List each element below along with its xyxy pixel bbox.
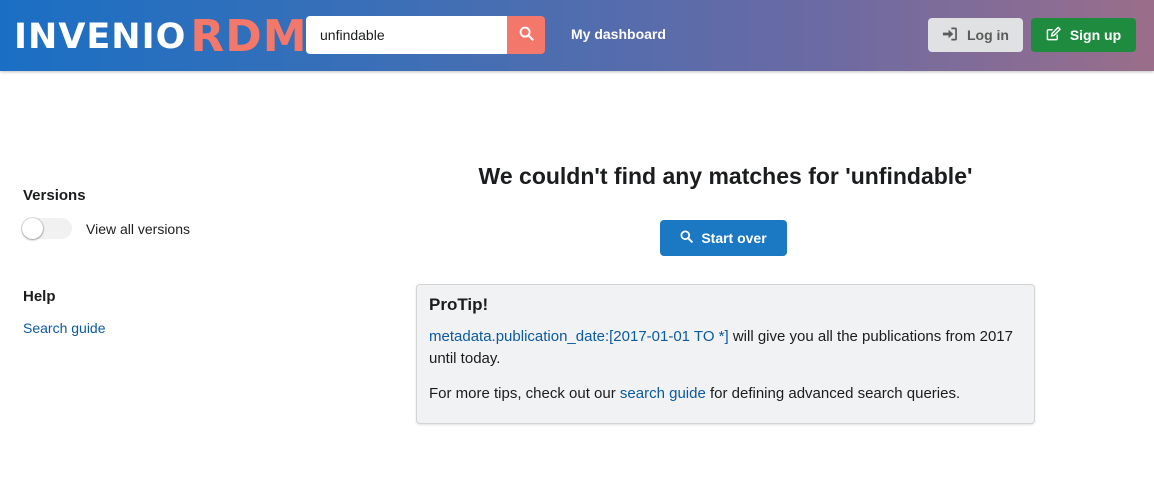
- view-all-versions-label[interactable]: View all versions: [86, 221, 190, 237]
- protip-title: ProTip!: [429, 295, 489, 314]
- toggle-knob: [22, 218, 43, 239]
- view-all-versions-toggle[interactable]: [22, 218, 72, 239]
- example-query-link[interactable]: metadata.publication_date:[2017-01-01 TO…: [429, 328, 729, 345]
- signup-button[interactable]: Sign up: [1031, 18, 1136, 52]
- protip-more-tips: For more tips, check out our search guid…: [429, 383, 1022, 405]
- signup-label: Sign up: [1069, 27, 1122, 43]
- top-header: INVENIO RDM My dashboard Log in: [0, 0, 1154, 71]
- more-tips-suffix: for defining advanced search queries.: [705, 385, 961, 402]
- search-icon: [680, 230, 694, 246]
- protip-search-guide-link[interactable]: search guide: [620, 385, 706, 402]
- sign-in-icon: [942, 27, 957, 44]
- search-button[interactable]: [507, 16, 545, 54]
- start-over-button[interactable]: Start over: [660, 220, 787, 256]
- protip-example: metadata.publication_date:[2017-01-01 TO…: [429, 326, 1022, 370]
- logo-invenio-text: INVENIO: [14, 16, 187, 57]
- header-search: [306, 16, 545, 54]
- no-results-title: We couldn't find any matches for 'unfind…: [478, 163, 973, 189]
- protip-box: ProTip! metadata.publication_date:[2017-…: [416, 284, 1035, 424]
- login-label: Log in: [967, 27, 1009, 43]
- help-title: Help: [23, 288, 56, 305]
- login-button[interactable]: Log in: [928, 18, 1023, 52]
- start-over-label: Start over: [701, 230, 767, 246]
- search-input[interactable]: [306, 16, 507, 54]
- search-sidebar: Versions View all versions Help Search g…: [22, 187, 253, 338]
- search-icon: [519, 26, 534, 44]
- versions-title: Versions: [23, 187, 86, 204]
- nav-my-dashboard[interactable]: My dashboard: [571, 26, 666, 42]
- logo-rdm-text: RDM: [190, 11, 308, 62]
- search-guide-link[interactable]: Search guide: [23, 320, 106, 336]
- edit-icon: [1046, 26, 1061, 44]
- invenio-rdm-logo[interactable]: INVENIO RDM: [14, 10, 308, 64]
- view-all-versions-row: View all versions: [22, 218, 253, 239]
- more-tips-prefix: For more tips, check out our: [429, 385, 620, 402]
